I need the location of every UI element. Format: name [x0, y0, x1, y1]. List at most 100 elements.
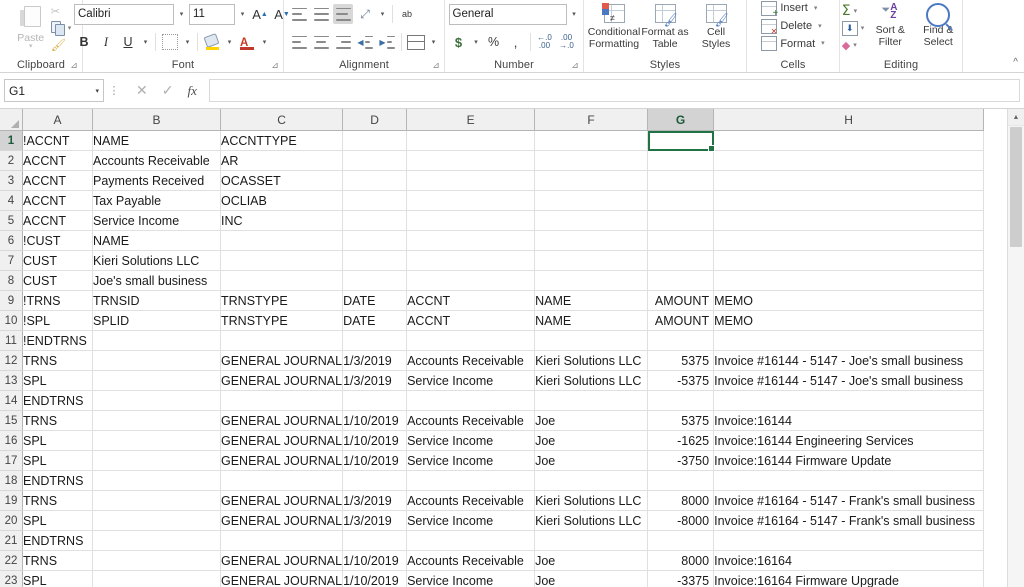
cell-E21[interactable] [407, 531, 535, 551]
cell-F3[interactable] [535, 171, 648, 191]
format-painter-button[interactable]: 🖌 [51, 37, 72, 53]
orientation-button[interactable]: ⤢ [355, 4, 375, 24]
cell-A17[interactable]: SPL [23, 451, 93, 471]
cell-D18[interactable] [343, 471, 407, 491]
cell-A15[interactable]: TRNS [23, 411, 93, 431]
cell-H14[interactable] [714, 391, 984, 411]
clipboard-dialog-launcher[interactable]: ⊿ [69, 60, 79, 70]
cell-E7[interactable] [407, 251, 535, 271]
cell-A20[interactable]: SPL [23, 511, 93, 531]
cell-H5[interactable] [714, 211, 984, 231]
cell-C10[interactable]: TRNSTYPE [221, 311, 343, 331]
cell-C22[interactable]: GENERAL JOURNAL [221, 551, 343, 571]
cell-H8[interactable] [714, 271, 984, 291]
cell-H13[interactable]: Invoice #16144 - 5147 - Joe's small busi… [714, 371, 984, 391]
cell-F6[interactable] [535, 231, 648, 251]
cell-F20[interactable]: Kieri Solutions LLC [535, 511, 648, 531]
cell-B19[interactable] [93, 491, 221, 511]
cell-C16[interactable]: GENERAL JOURNAL [221, 431, 343, 451]
cell-F18[interactable] [535, 471, 648, 491]
cell-D2[interactable] [343, 151, 407, 171]
cell-D5[interactable] [343, 211, 407, 231]
cell-G9[interactable]: AMOUNT [648, 291, 714, 311]
cell-E10[interactable]: ACCNT [407, 311, 535, 331]
cell-B10[interactable]: SPLID [93, 311, 221, 331]
cell-D17[interactable]: 1/10/2019 [343, 451, 407, 471]
font-dialog-launcher[interactable]: ⊿ [270, 60, 280, 70]
cell-C12[interactable]: GENERAL JOURNAL [221, 351, 343, 371]
decrease-indent-button[interactable]: ◀ [355, 32, 375, 52]
cell-A22[interactable]: TRNS [23, 551, 93, 571]
cell-E3[interactable] [407, 171, 535, 191]
conditional-formatting-button[interactable]: ≠ Conditional Formatting [590, 2, 638, 50]
cell-G8[interactable] [648, 271, 714, 291]
row-header-17[interactable]: 17 [0, 451, 23, 471]
cell-G17[interactable]: -3750 [648, 451, 714, 471]
alignment-dialog-launcher[interactable]: ⊿ [431, 60, 441, 70]
cell-E16[interactable]: Service Income [407, 431, 535, 451]
cell-B8[interactable]: Joe's small business [93, 271, 221, 291]
cell-B20[interactable] [93, 511, 221, 531]
cell-C13[interactable]: GENERAL JOURNAL [221, 371, 343, 391]
cell-E6[interactable] [407, 231, 535, 251]
cell-H22[interactable]: Invoice:16164 [714, 551, 984, 571]
cell-F1[interactable] [535, 131, 648, 151]
align-right-button[interactable] [333, 32, 353, 52]
cell-F4[interactable] [535, 191, 648, 211]
cell-C11[interactable] [221, 331, 343, 351]
cell-B21[interactable] [93, 531, 221, 551]
cell-E8[interactable] [407, 271, 535, 291]
cell-D16[interactable]: 1/10/2019 [343, 431, 407, 451]
fill-button[interactable]: ⬇ ▾ [842, 20, 865, 36]
cell-F17[interactable]: Joe [535, 451, 648, 471]
cell-D10[interactable]: DATE [343, 311, 407, 331]
cell-H20[interactable]: Invoice #16164 - 5147 - Frank's small bu… [714, 511, 984, 531]
cell-F9[interactable]: NAME [535, 291, 648, 311]
cell-A9[interactable]: !TRNS [23, 291, 93, 311]
autosum-button[interactable]: Σ ▾ [842, 3, 865, 19]
cell-G11[interactable] [648, 331, 714, 351]
confirm-entry-button[interactable]: ✓ [162, 82, 174, 99]
formula-bar-grip[interactable]: ⋮ [104, 84, 124, 97]
cell-F21[interactable] [535, 531, 648, 551]
percent-button[interactable]: % [484, 32, 504, 52]
cell-D7[interactable] [343, 251, 407, 271]
cell-B18[interactable] [93, 471, 221, 491]
cell-B3[interactable]: Payments Received [93, 171, 221, 191]
cell-G1[interactable] [648, 131, 714, 151]
cell-C15[interactable]: GENERAL JOURNAL [221, 411, 343, 431]
cell-C14[interactable] [221, 391, 343, 411]
cell-G21[interactable] [648, 531, 714, 551]
cell-F2[interactable] [535, 151, 648, 171]
column-header-b[interactable]: B [93, 109, 221, 131]
currency-dropdown-icon[interactable]: ▾ [471, 34, 482, 51]
format-as-table-button[interactable]: 🖌 Format as Table [641, 2, 689, 50]
cell-A1[interactable]: !ACCNT [23, 131, 93, 151]
row-header-8[interactable]: 8 [0, 271, 23, 291]
cell-F14[interactable] [535, 391, 648, 411]
cell-G14[interactable] [648, 391, 714, 411]
row-header-15[interactable]: 15 [0, 411, 23, 431]
font-name-input[interactable]: Calibri [74, 4, 174, 25]
cell-B12[interactable] [93, 351, 221, 371]
number-format-dropdown-icon[interactable]: ▾ [569, 6, 580, 23]
cell-E13[interactable]: Service Income [407, 371, 535, 391]
cell-C20[interactable]: GENERAL JOURNAL [221, 511, 343, 531]
cell-D8[interactable] [343, 271, 407, 291]
cell-F16[interactable]: Joe [535, 431, 648, 451]
cell-C1[interactable]: ACCNTTYPE [221, 131, 343, 151]
row-header-18[interactable]: 18 [0, 471, 23, 491]
row-header-2[interactable]: 2 [0, 151, 23, 171]
cell-G19[interactable]: 8000 [648, 491, 714, 511]
cell-A2[interactable]: ACCNT [23, 151, 93, 171]
column-header-a[interactable]: A [23, 109, 93, 131]
cell-F8[interactable] [535, 271, 648, 291]
cell-F12[interactable]: Kieri Solutions LLC [535, 351, 648, 371]
decrease-decimal-button[interactable]: .00→.0 [557, 32, 577, 52]
increase-indent-button[interactable]: ▶ [377, 32, 397, 52]
find-select-button[interactable]: Find & Select [916, 2, 960, 48]
cell-F19[interactable]: Kieri Solutions LLC [535, 491, 648, 511]
column-header-h[interactable]: H [714, 109, 984, 131]
cell-A18[interactable]: ENDTRNS [23, 471, 93, 491]
column-header-d[interactable]: D [343, 109, 407, 131]
